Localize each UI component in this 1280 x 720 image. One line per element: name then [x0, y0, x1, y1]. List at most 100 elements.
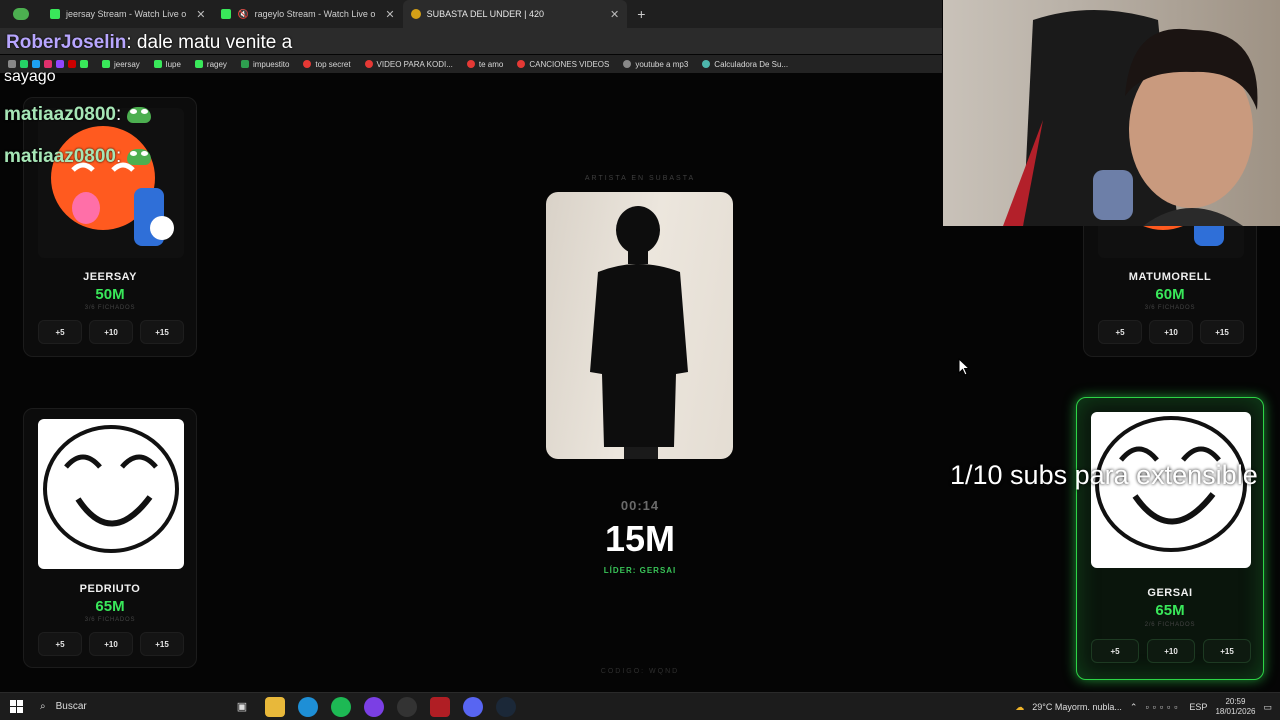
edge-icon[interactable] — [298, 696, 318, 717]
player-money: 60M — [1155, 286, 1185, 303]
auction-timer: 00:14 — [620, 498, 660, 513]
bookmarks-bar: jeersay lupe ragey impuestito top secret… — [0, 55, 942, 73]
language-indicator[interactable]: ESP — [1189, 702, 1207, 712]
browser-profile-icon[interactable] — [0, 0, 42, 28]
player-money: 65M — [1155, 602, 1185, 619]
taskbar: ⌕ Buscar ▣ ☁ 29°C Mayorm. nubla... ⌃ ▫▫▫… — [0, 692, 1280, 720]
kick-icon — [50, 9, 60, 19]
chat-text: : dale matu venite a — [126, 32, 293, 53]
bid-plus-10-button[interactable]: +10 — [89, 320, 133, 344]
bid-plus-10-button[interactable]: +10 — [1147, 639, 1195, 663]
weather-text[interactable]: 29°C Mayorm. nubla... — [1032, 702, 1122, 712]
player-name: GERSAI — [1147, 587, 1193, 599]
current-bid: 15M — [604, 518, 676, 559]
clock[interactable]: 20:59 18/01/2026 — [1215, 697, 1255, 717]
player-count: 3/6 FICHADOS — [84, 305, 136, 311]
spotify-icon[interactable] — [331, 696, 351, 717]
player-avatar — [38, 108, 184, 258]
app-icon[interactable] — [364, 696, 384, 717]
bid-plus-10-button[interactable]: +10 — [1149, 320, 1193, 344]
bid-plus-5-button[interactable]: +5 — [1091, 639, 1139, 663]
player-money: 65M — [95, 598, 125, 615]
tab-rageylo[interactable]: 🔇 rageylo Stream - Watch Live o ✕ — [213, 0, 402, 28]
player-money: 50M — [95, 286, 125, 303]
file-explorer-icon[interactable] — [265, 696, 285, 717]
mouse-cursor-icon — [958, 358, 970, 376]
player-card-jeersay: JEERSAY 50M 3/6 FICHADOS +5 +10 +15 — [23, 97, 197, 357]
bid-plus-10-button[interactable]: +10 — [89, 632, 133, 656]
bookmark-item[interactable]: ragey — [194, 60, 227, 69]
webcam-feed — [943, 0, 1280, 226]
bookmark-item[interactable]: youtube a mp3 — [623, 60, 688, 69]
subs-goal-overlay: 1/10 subs para extensible — [950, 460, 1258, 490]
chat-text: : — [115, 146, 122, 167]
windows-start-button[interactable] — [0, 693, 32, 720]
system-tray: ☁ 29°C Mayorm. nubla... ⌃ ▫▫▫▫▫ ESP 20:5… — [1015, 693, 1280, 720]
tab-title: SUBASTA DEL UNDER | 420 — [426, 9, 544, 19]
bookmark-item[interactable]: Calculadora De Su... — [702, 60, 788, 69]
task-view-icon[interactable]: ▣ — [232, 697, 252, 717]
app-icon[interactable] — [430, 696, 450, 717]
new-tab-button[interactable]: + — [627, 6, 655, 22]
bid-plus-15-button[interactable]: +15 — [1203, 639, 1251, 663]
room-code: CODIGO: WQND — [600, 668, 680, 675]
bookmark-icons[interactable] — [8, 60, 88, 68]
auction-label: ARTISTA EN SUBASTA — [584, 175, 696, 182]
tab-subasta[interactable]: SUBASTA DEL UNDER | 420 ✕ — [402, 0, 628, 28]
mute-icon[interactable]: 🔇 — [237, 9, 248, 20]
player-card-gersai: GERSAI 65M 2/6 FICHADOS +5 +10 +15 — [1076, 397, 1264, 680]
weather-icon: ☁ — [1015, 701, 1025, 712]
chevron-up-icon[interactable]: ⌃ — [1130, 702, 1138, 713]
player-name: PEDRIUTO — [79, 583, 141, 595]
bookmark-item[interactable]: top secret — [303, 60, 351, 69]
bookmark-item[interactable]: VIDEO PARA KODI... — [364, 60, 453, 69]
chat-username: matiaaz0800 — [4, 104, 116, 125]
bookmark-item[interactable]: te amo — [466, 60, 503, 69]
bookmark-item[interactable]: jeersay — [102, 60, 140, 69]
search-placeholder: Buscar — [55, 701, 87, 712]
bookmark-item[interactable]: lupe — [153, 60, 181, 69]
tab-jeersay[interactable]: jeersay Stream - Watch Live o ✕ — [42, 0, 213, 28]
chat-message-continuation: sayago — [4, 68, 56, 85]
player-name: JEERSAY — [83, 271, 137, 283]
pepe-emote-icon — [127, 148, 152, 165]
close-icon[interactable]: ✕ — [610, 8, 619, 21]
bid-plus-15-button[interactable]: +15 — [140, 320, 184, 344]
close-icon[interactable]: ✕ — [385, 8, 394, 21]
notification-icon[interactable]: ▭ — [1263, 702, 1272, 713]
player-avatar — [38, 419, 184, 569]
bid-plus-5-button[interactable]: +5 — [38, 320, 82, 344]
player-name: MATUMORELL — [1128, 271, 1212, 283]
chat-message: matiaaz0800: — [4, 104, 152, 126]
windows-icon — [9, 700, 23, 713]
chat-message: RoberJoselin: dale matu venite a — [6, 32, 292, 54]
browser-tab-bar: jeersay Stream - Watch Live o ✕ 🔇 rageyl… — [0, 0, 942, 28]
tray-icons[interactable]: ▫▫▫▫▫ — [1145, 702, 1181, 712]
site-icon — [410, 9, 421, 19]
screen: jeersay Stream - Watch Live o ✕ 🔇 rageyl… — [0, 0, 1280, 720]
taskbar-search[interactable]: ⌕ Buscar — [32, 696, 210, 718]
bid-plus-15-button[interactable]: +15 — [140, 632, 184, 656]
bookmark-item[interactable]: impuestito — [240, 60, 289, 69]
bookmark-item[interactable]: CANCIONES VIDEOS — [517, 60, 609, 69]
search-icon: ⌕ — [40, 701, 46, 712]
obs-icon[interactable] — [397, 696, 417, 717]
tab-title: jeersay Stream - Watch Live o — [66, 9, 187, 19]
discord-icon[interactable] — [463, 696, 483, 717]
bid-plus-5-button[interactable]: +5 — [1098, 320, 1142, 344]
steam-icon[interactable] — [496, 696, 516, 717]
player-count: 3/6 FICHADOS — [1144, 305, 1196, 311]
chat-username: matiaaz0800 — [4, 146, 116, 167]
close-icon[interactable]: ✕ — [196, 8, 205, 21]
chat-username: RoberJoselin — [6, 32, 127, 53]
player-count: 3/6 FICHADOS — [84, 617, 136, 623]
bid-plus-15-button[interactable]: +15 — [1200, 320, 1244, 344]
chat-text: : — [115, 104, 122, 125]
player-count: 2/6 FICHADOS — [1144, 622, 1196, 628]
kick-icon — [221, 9, 232, 19]
bid-plus-5-button[interactable]: +5 — [38, 632, 82, 656]
artist-photo — [546, 192, 733, 459]
pepe-emote-icon — [127, 106, 152, 123]
player-card-pedriuto: PEDRIUTO 65M 3/6 FICHADOS +5 +10 +15 — [23, 408, 197, 668]
tab-title: rageylo Stream - Watch Live o — [254, 9, 376, 19]
